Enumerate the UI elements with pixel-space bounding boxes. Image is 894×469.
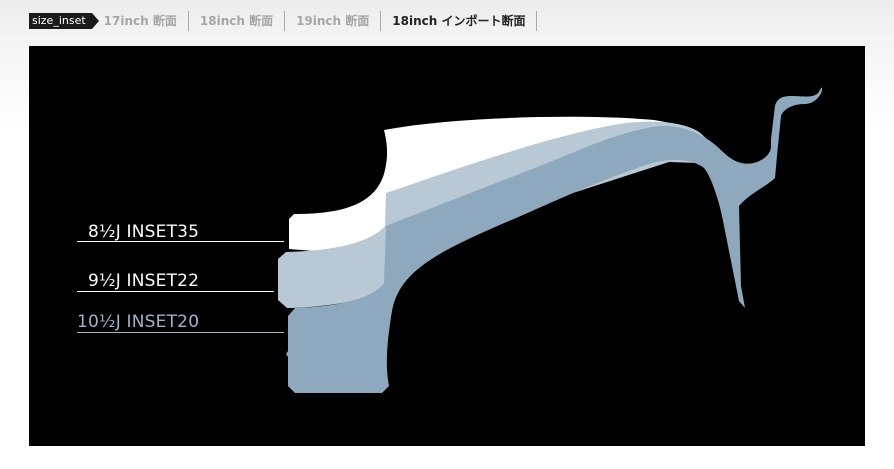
label-10-5j-inset20: 10½J INSET20 (77, 312, 200, 332)
tab-17inch-section[interactable]: 17inch 断面 (100, 11, 189, 31)
tab-19inch-section[interactable]: 19inch 断面 (285, 11, 382, 31)
label-9-5j-inset22: 9½J INSET22 (88, 271, 200, 291)
size-inset-tag: size_inset (29, 13, 99, 29)
leader-line-9-5j (77, 291, 274, 292)
tab-list: 17inch 断面 18inch 断面 19inch 断面 18inch インポ… (100, 11, 538, 31)
tab-18inch-import-section[interactable]: 18inch インポート断面 (381, 11, 538, 31)
wheel-cross-section-panel: 8½J INSET35 9½J INSET22 10½J INSET20 (29, 46, 865, 446)
size-inset-tab-bar: size_inset 17inch 断面 18inch 断面 19inch 断面… (0, 10, 538, 32)
leader-line-10-5j (77, 332, 284, 333)
tab-18inch-section[interactable]: 18inch 断面 (189, 11, 286, 31)
leader-line-8-5j (77, 241, 284, 242)
label-8-5j-inset35: 8½J INSET35 (88, 222, 200, 242)
wheel-cross-section-diagram (278, 87, 823, 394)
